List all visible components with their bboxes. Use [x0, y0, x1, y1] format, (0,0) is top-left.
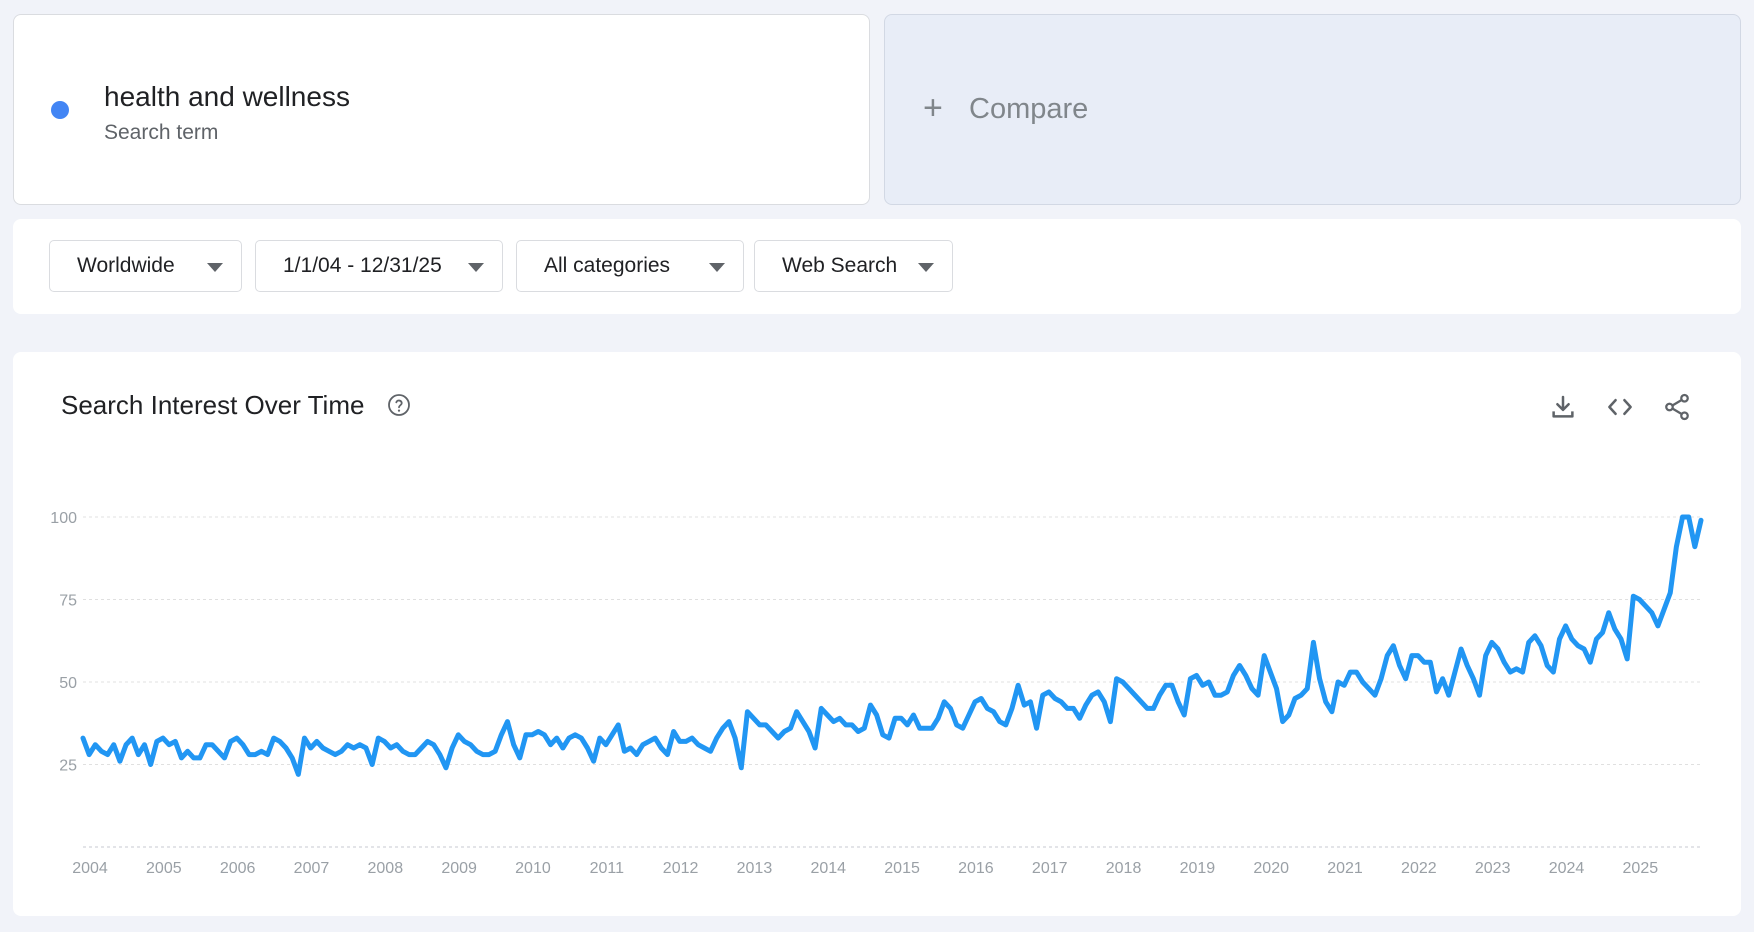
x-tick-label: 2015 [884, 860, 920, 877]
x-tick-label: 2020 [1253, 860, 1289, 877]
dropdown-caret-icon [709, 263, 725, 272]
search-term-subtitle: Search term [104, 121, 219, 144]
x-tick-label: 2013 [737, 860, 773, 877]
x-tick-label: 2019 [1180, 860, 1216, 877]
filter-bar: Worldwide 1/1/04 - 12/31/25 All categori… [13, 219, 1741, 314]
series-color-dot [51, 101, 69, 119]
x-tick-label: 2007 [294, 860, 330, 877]
y-tick-label: 75 [59, 593, 77, 610]
interest-over-time-card: Search Interest Over Time 25 50 75 100 2004 2… [13, 352, 1741, 916]
x-tick-label: 2023 [1475, 860, 1511, 877]
search-term-card[interactable]: health and wellness Search term [13, 14, 870, 205]
dropdown-caret-icon [207, 263, 223, 272]
x-tick-label: 2025 [1623, 860, 1659, 877]
search-property-dropdown[interactable]: Web Search [754, 240, 953, 292]
compare-button[interactable]: + Compare [884, 14, 1741, 205]
x-tick-label: 2009 [441, 860, 477, 877]
category-label: All categories [544, 254, 671, 277]
x-tick-label: 2016 [958, 860, 994, 877]
search-property-label: Web Search [782, 254, 898, 277]
y-tick-label: 100 [50, 510, 77, 527]
x-tick-label: 2010 [515, 860, 551, 877]
interest-line-chart: 25 50 75 100 2004 2005 2006 2007 2008 2009 2010 201… [50, 510, 1704, 877]
x-tick-label: 2012 [663, 860, 699, 877]
geo-filter-label: Worldwide [77, 254, 175, 277]
x-tick-label: 2014 [810, 860, 846, 877]
dropdown-caret-icon [918, 263, 934, 272]
plus-icon: + [923, 89, 943, 127]
y-tick-label: 25 [59, 758, 77, 775]
compare-label: Compare [969, 93, 1089, 125]
date-range-dropdown[interactable]: 1/1/04 - 12/31/25 [255, 240, 503, 292]
y-tick-label: 50 [59, 675, 77, 692]
search-term-name: health and wellness [104, 81, 350, 112]
x-tick-label: 2011 [590, 860, 625, 877]
x-tick-label: 2021 [1327, 860, 1363, 877]
date-range-label: 1/1/04 - 12/31/25 [283, 254, 442, 277]
x-tick-label: 2005 [146, 860, 182, 877]
x-tick-label: 2024 [1549, 860, 1585, 877]
category-dropdown[interactable]: All categories [516, 240, 744, 292]
x-tick-label: 2004 [72, 860, 108, 877]
x-tick-label: 2018 [1106, 860, 1142, 877]
x-tick-label: 2017 [1032, 860, 1068, 877]
x-tick-label: 2006 [220, 860, 256, 877]
dropdown-caret-icon [468, 263, 484, 272]
x-tick-label: 2022 [1401, 860, 1437, 877]
series-line-health-and-wellness[interactable] [80, 514, 1704, 777]
geo-filter-dropdown[interactable]: Worldwide [49, 240, 242, 292]
x-tick-label: 2008 [368, 860, 404, 877]
